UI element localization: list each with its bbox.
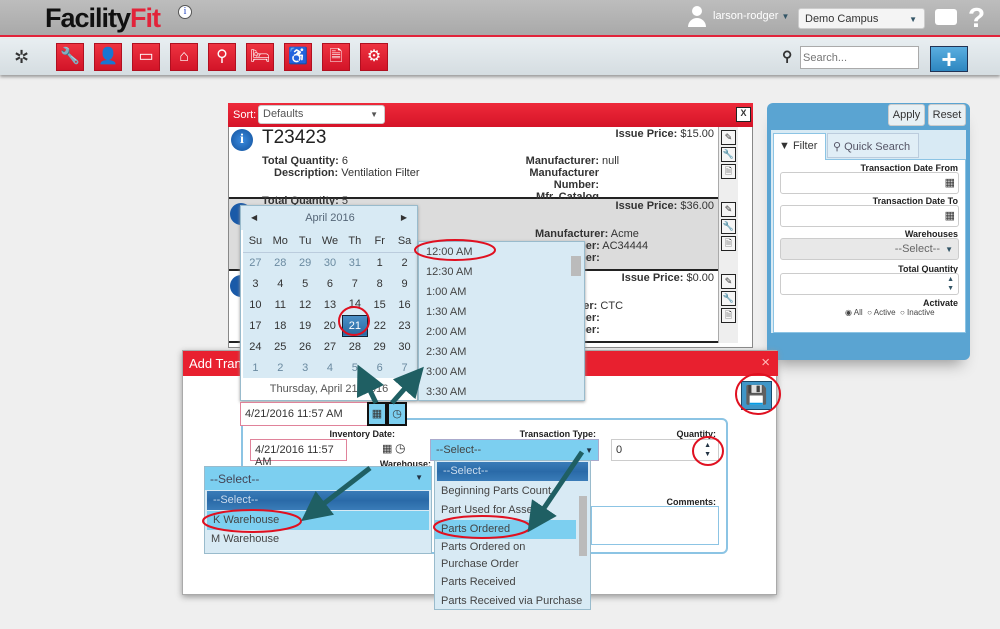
- annotation-circle: [692, 436, 724, 466]
- annotation-overlay: [202, 239, 781, 539]
- annotation-arrow: [301, 466, 372, 522]
- annotation-circle: [414, 239, 496, 261]
- annotation-arrow: [527, 450, 585, 533]
- annotation-circle: [338, 306, 370, 336]
- annotation-circle: [433, 515, 531, 539]
- annotation-arrow: [356, 364, 385, 405]
- annotation-circle: [202, 509, 302, 533]
- annotation-circle: [735, 373, 781, 415]
- annotation-arrow: [390, 366, 424, 405]
